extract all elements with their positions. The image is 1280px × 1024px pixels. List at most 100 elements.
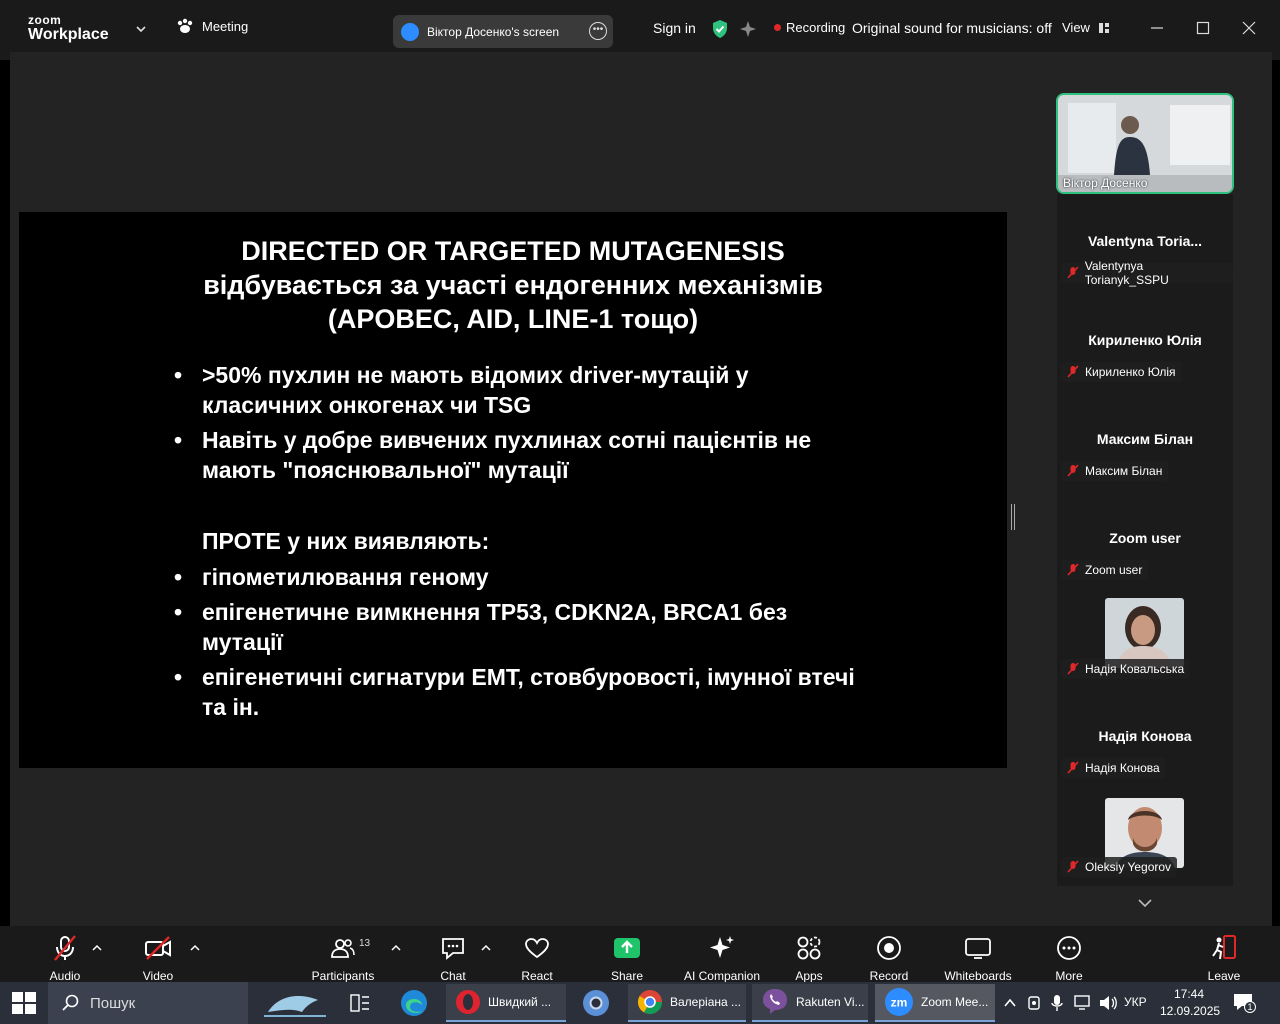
participants-options-caret-icon[interactable] <box>391 944 401 952</box>
active-speaker-video[interactable]: Віктор Досенко <box>1056 93 1234 194</box>
taskbar-app-opera[interactable]: Швидкий ... <box>446 984 566 1022</box>
tray-overflow-icon[interactable] <box>1004 998 1016 1008</box>
ai-sparkle-icon[interactable] <box>738 19 758 39</box>
taskbar-app-zoom[interactable]: zm Zoom Mee... <box>875 984 995 1022</box>
original-sound-status[interactable]: Original sound for musicians: off <box>852 20 1052 36</box>
ai-companion-button[interactable]: AI Companion <box>680 934 764 983</box>
participant-name: Zoom user <box>1085 563 1143 577</box>
tray-mic-icon[interactable] <box>1050 994 1064 1012</box>
screen-share-indicator[interactable]: Віктор Досенко's screen ••• <box>393 15 613 48</box>
chromium-icon[interactable] <box>580 987 612 1019</box>
zoom-app-icon: zm <box>885 988 913 1016</box>
apps-button[interactable]: Apps <box>786 934 832 983</box>
leave-icon <box>1212 935 1236 960</box>
whiteboards-button[interactable]: Whiteboards <box>940 934 1016 983</box>
participant-name: Надія Ковальська <box>1085 662 1185 676</box>
notifications-button[interactable]: 1 <box>1232 992 1256 1014</box>
zoom-logo[interactable]: zoom Workplace <box>28 14 109 43</box>
bullet-dot: • <box>174 362 183 388</box>
share-button[interactable]: Share <box>603 934 651 983</box>
ai-sparkle-icon <box>710 936 734 958</box>
participant-name: Valentynya Torianyk_SSPU <box>1084 259 1169 287</box>
search-placeholder: Пошук <box>90 994 136 1012</box>
video-button[interactable]: Video <box>133 934 183 983</box>
network-icon[interactable] <box>1073 994 1093 1012</box>
heart-icon <box>525 938 549 959</box>
react-button[interactable]: React <box>514 934 560 983</box>
shared-slide: DIRECTED OR TARGETED MUTAGENESIS відбува… <box>19 212 1007 768</box>
chat-label: Chat <box>440 969 466 983</box>
taskbar-app-chrome[interactable]: Валеріана ... <box>628 984 746 1022</box>
logo-workplace-text: Workplace <box>28 26 109 43</box>
record-icon <box>877 936 901 960</box>
logo-zoom-text: zoom <box>28 13 62 27</box>
taskbar-search[interactable]: Пошук <box>48 982 248 1024</box>
video-options-caret-icon[interactable] <box>190 944 200 952</box>
bullet-text: гіпометилювання геному <box>202 564 489 590</box>
bullet-dot: • <box>174 427 183 453</box>
participants-label: Participants <box>311 969 375 983</box>
meeting-button[interactable]: Meeting <box>176 18 248 34</box>
participant-tile[interactable]: Надія Ковальська <box>1057 590 1233 689</box>
participant-title: Zoom user <box>1109 530 1181 546</box>
participant-label: Valentynya Torianyk_SSPU <box>1061 259 1233 287</box>
windows-start-icon[interactable] <box>12 992 36 1014</box>
recording-label: Recording <box>786 20 846 35</box>
tray-camera-icon[interactable] <box>1027 995 1043 1011</box>
more-button[interactable]: More <box>1046 934 1092 983</box>
record-button[interactable]: Record <box>864 934 914 983</box>
audio-options-caret-icon[interactable] <box>92 944 102 952</box>
apps-label: Apps <box>795 969 823 983</box>
participant-video-frame <box>1105 598 1184 668</box>
share-screen-icon <box>614 938 640 958</box>
slide-bullet: • гіпометилювання геному <box>174 562 862 592</box>
sign-in-link[interactable]: Sign in <box>653 20 696 36</box>
chevron-down-icon[interactable] <box>134 22 148 36</box>
participant-name: Oleksiy Yegorov <box>1085 860 1172 874</box>
shield-check-icon[interactable] <box>711 19 729 39</box>
chrome-icon <box>637 990 662 1015</box>
close-icon[interactable] <box>1239 18 1259 38</box>
participant-tile[interactable]: Кириленко Юлія Кириленко Юлія <box>1057 293 1233 392</box>
taskbar-app-label: Швидкий ... <box>488 995 552 1009</box>
view-button[interactable]: View <box>1062 20 1110 35</box>
chat-button[interactable]: Chat <box>430 934 476 983</box>
video-label: Video <box>142 969 174 983</box>
participants-scroll-down[interactable] <box>1108 888 1182 918</box>
audio-button[interactable]: Audio <box>40 934 90 983</box>
taskbar-app-label: Валеріана ... <box>670 995 742 1009</box>
notification-count: 1 <box>1244 1001 1256 1013</box>
globe-icon <box>401 22 419 41</box>
mic-muted-icon <box>1067 266 1079 279</box>
participant-tile[interactable]: Oleksiy Yegorov <box>1057 788 1233 887</box>
participant-tile[interactable]: Zoom user Zoom user <box>1057 491 1233 590</box>
chat-options-caret-icon[interactable] <box>481 944 491 952</box>
minimize-icon[interactable] <box>1147 18 1167 38</box>
participant-label: Oleksiy Yegorov <box>1061 857 1178 877</box>
edge-browser-icon[interactable] <box>398 987 430 1019</box>
more-options-icon[interactable]: ••• <box>589 22 607 40</box>
video-off-icon <box>145 936 171 960</box>
dolphin-search-highlight-icon[interactable] <box>262 986 328 1020</box>
bullet-text: >50% пухлин не мають відомих driver-мута… <box>202 362 749 418</box>
whiteboard-icon <box>965 938 991 959</box>
more-label: More <box>1055 969 1083 983</box>
svg-text:zm: zm <box>891 996 908 1010</box>
volume-icon[interactable] <box>1098 994 1118 1012</box>
participant-tile[interactable]: Valentyna Toria... Valentynya Torianyk_S… <box>1057 194 1233 293</box>
taskbar-app-viber[interactable]: Rakuten Vi... <box>752 984 868 1022</box>
participant-tile[interactable]: Надія Конова Надія Конова <box>1057 689 1233 788</box>
panel-resize-handle[interactable] <box>1011 504 1015 530</box>
clock[interactable]: 17:44 12.09.2025 <box>1160 987 1220 1018</box>
bullet-text: епігенетичне вимкнення TP53, CDKN2A, BRC… <box>202 599 788 655</box>
recording-indicator[interactable]: Recording <box>774 20 845 35</box>
task-view-icon[interactable] <box>350 994 370 1012</box>
mic-muted-icon <box>1067 464 1079 477</box>
participants-icon <box>331 939 355 958</box>
leave-button[interactable]: Leave <box>1202 934 1246 983</box>
participant-title: Максим Білан <box>1096 431 1194 447</box>
maximize-icon[interactable] <box>1193 18 1213 38</box>
participant-tile[interactable]: Максим Білан Максим Білан <box>1057 392 1233 491</box>
keyboard-language[interactable]: УКР <box>1124 995 1147 1009</box>
participant-video <box>1105 598 1184 668</box>
